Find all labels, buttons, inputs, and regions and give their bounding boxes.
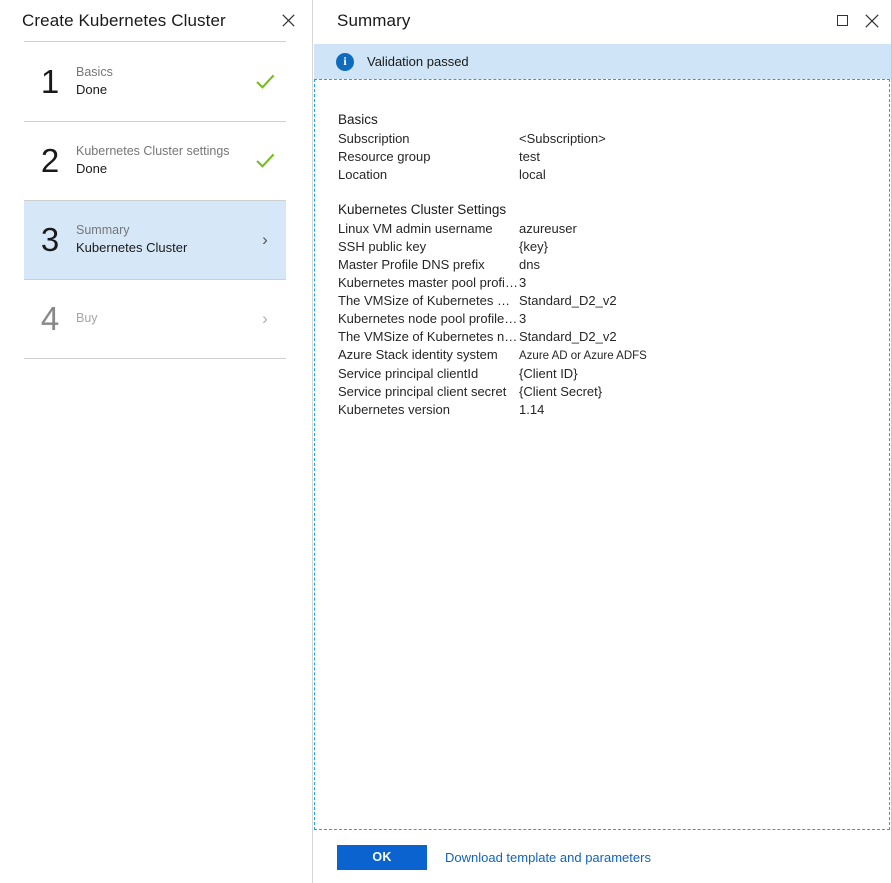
section-kubernetes-cluster-settings: Kubernetes Cluster Settings Linux VM adm…	[338, 202, 879, 419]
row-key: Master Profile DNS prefix	[338, 256, 519, 274]
table-row: Master Profile DNS prefix dns	[338, 256, 879, 274]
step-label: Basics	[76, 63, 244, 81]
table-row: Location local	[338, 166, 879, 184]
checkmark-icon	[256, 153, 275, 168]
table-row: Kubernetes node pool profile c... 3	[338, 310, 879, 328]
step-label: Summary	[76, 221, 244, 239]
row-value: {key}	[519, 238, 548, 256]
download-template-link[interactable]: Download template and parameters	[445, 850, 651, 865]
row-key: Kubernetes master pool profile ...	[338, 274, 519, 292]
row-key: SSH public key	[338, 238, 519, 256]
chevron-right-icon: ›	[262, 310, 268, 327]
row-key: Azure Stack identity system	[338, 346, 519, 364]
row-value: 1.14	[519, 401, 544, 419]
summary-details: Basics Subscription <Subscription> Resou…	[338, 112, 879, 437]
table-row: Resource group test	[338, 148, 879, 166]
step-label: Kubernetes Cluster settings	[76, 142, 244, 160]
summary-close-button[interactable]	[857, 6, 887, 36]
step-sublabel: Kubernetes Cluster	[76, 239, 244, 258]
window-controls	[827, 0, 887, 41]
table-row: Service principal client secret {Client …	[338, 383, 879, 401]
section-basics: Basics Subscription <Subscription> Resou…	[338, 112, 879, 184]
row-key: Subscription	[338, 130, 519, 148]
table-row: The VMSize of Kubernetes nod... Standard…	[338, 328, 879, 346]
table-row: Azure Stack identity system Azure AD or …	[338, 346, 879, 365]
step-status	[244, 74, 286, 89]
step-text: Summary Kubernetes Cluster	[76, 221, 244, 258]
row-key: Service principal client secret	[338, 383, 519, 401]
row-key: Resource group	[338, 148, 519, 166]
row-value: Azure AD or Azure ADFS	[519, 347, 647, 365]
step-status: ›	[244, 231, 286, 248]
row-key: Linux VM admin username	[338, 220, 519, 238]
summary-footer: OK Download template and parameters	[313, 831, 891, 883]
summary-content-region: Basics Subscription <Subscription> Resou…	[314, 79, 890, 830]
validation-banner: i Validation passed	[314, 44, 891, 79]
step-number: 4	[24, 302, 76, 335]
validation-status-text: Validation passed	[367, 54, 469, 69]
page-title: Create Kubernetes Cluster	[0, 11, 226, 31]
row-value: 3	[519, 274, 526, 292]
row-value: dns	[519, 256, 540, 274]
sidebar-item-basics[interactable]: 1 Basics Done	[24, 42, 286, 121]
section-title: Kubernetes Cluster Settings	[338, 202, 879, 217]
step-label: Buy	[76, 309, 244, 327]
wizard-close-button[interactable]	[274, 6, 302, 34]
row-value: test	[519, 148, 540, 166]
create-kubernetes-cluster-window: Create Kubernetes Cluster 1 Basics Done	[0, 0, 892, 883]
sidebar-item-buy[interactable]: 4 Buy ›	[24, 279, 286, 358]
row-value: {Client ID}	[519, 365, 578, 383]
row-key: Kubernetes node pool profile c...	[338, 310, 519, 328]
sidebar-item-kubernetes-cluster-settings[interactable]: 2 Kubernetes Cluster settings Done	[24, 121, 286, 200]
table-row: Kubernetes master pool profile ... 3	[338, 274, 879, 292]
table-row: Kubernetes version 1.14	[338, 401, 879, 419]
row-value: Standard_D2_v2	[519, 328, 617, 346]
row-value: Standard_D2_v2	[519, 292, 617, 310]
maximize-button[interactable]	[827, 6, 857, 36]
row-value: <Subscription>	[519, 130, 606, 148]
step-sublabel: Done	[76, 160, 244, 179]
step-status	[244, 153, 286, 168]
step-text: Kubernetes Cluster settings Done	[76, 142, 244, 179]
close-icon	[865, 14, 879, 28]
info-icon: i	[336, 53, 354, 71]
step-number: 3	[24, 223, 76, 256]
summary-header: Summary	[313, 0, 891, 41]
ok-button[interactable]: OK	[337, 845, 427, 870]
checkmark-icon	[256, 74, 275, 89]
step-sublabel: Done	[76, 81, 244, 100]
wizard-steps: 1 Basics Done 2 Kubernetes Cluster setti…	[0, 41, 312, 359]
row-value: azureuser	[519, 220, 577, 238]
step-number: 2	[24, 144, 76, 177]
row-value: local	[519, 166, 546, 184]
wizard-header: Create Kubernetes Cluster	[0, 0, 312, 41]
section-title: Basics	[338, 112, 879, 127]
table-row: Linux VM admin username azureuser	[338, 220, 879, 238]
step-text: Buy	[76, 309, 244, 327]
row-key: The VMSize of Kubernetes mas...	[338, 292, 519, 310]
sidebar-item-summary[interactable]: 3 Summary Kubernetes Cluster ›	[24, 200, 286, 279]
row-value: {Client Secret}	[519, 383, 602, 401]
step-number: 1	[24, 65, 76, 98]
row-key: Location	[338, 166, 519, 184]
table-row: SSH public key {key}	[338, 238, 879, 256]
step-text: Basics Done	[76, 63, 244, 100]
chevron-right-icon: ›	[262, 231, 268, 248]
summary-panel: Summary i Validation passed	[313, 0, 891, 883]
summary-title: Summary	[313, 11, 410, 31]
wizard-panel: Create Kubernetes Cluster 1 Basics Done	[0, 0, 313, 883]
row-key: The VMSize of Kubernetes nod...	[338, 328, 519, 346]
row-value: 3	[519, 310, 526, 328]
row-key: Service principal clientId	[338, 365, 519, 383]
table-row: Service principal clientId {Client ID}	[338, 365, 879, 383]
table-row: Subscription <Subscription>	[338, 130, 879, 148]
step-status: ›	[244, 310, 286, 327]
close-icon	[282, 14, 295, 27]
table-row: The VMSize of Kubernetes mas... Standard…	[338, 292, 879, 310]
row-key: Kubernetes version	[338, 401, 519, 419]
maximize-icon	[837, 15, 848, 26]
steps-end-divider	[24, 358, 286, 359]
